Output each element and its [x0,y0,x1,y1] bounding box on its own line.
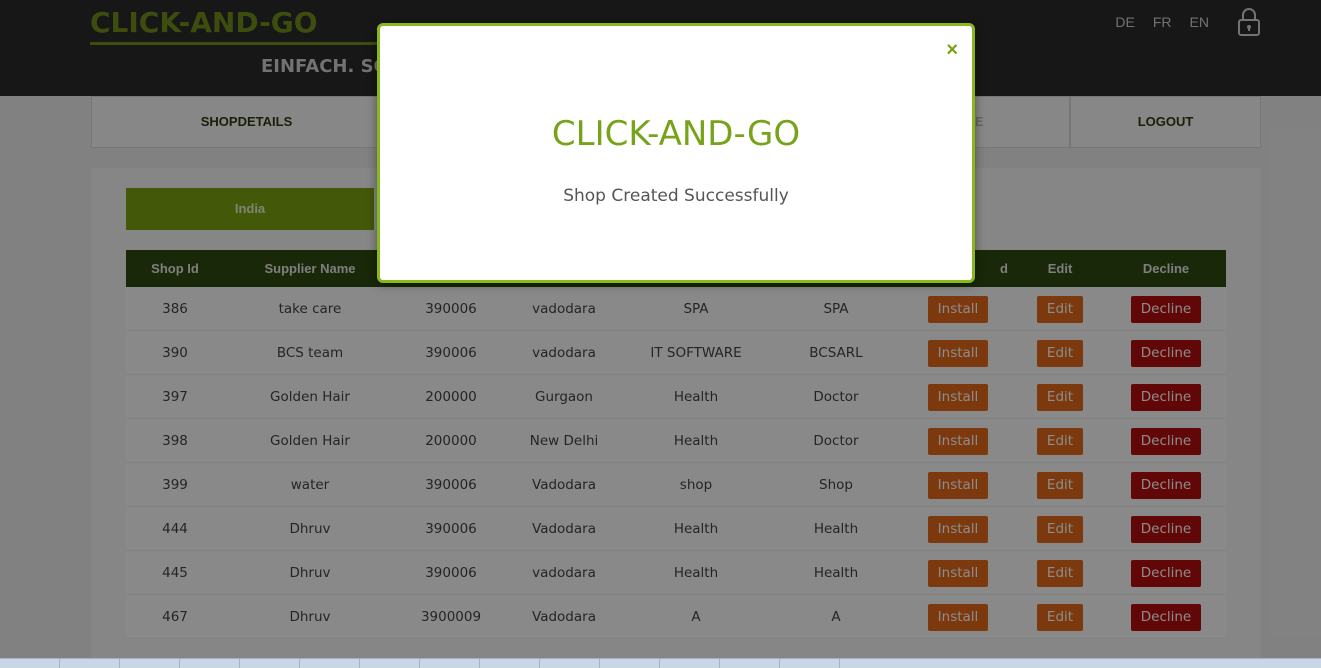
modal-title: CLICK-AND-GO [551,114,801,154]
taskbar-button[interactable] [420,659,480,668]
taskbar-button[interactable] [180,659,240,668]
taskbar-button[interactable] [540,659,600,668]
taskbar-button[interactable] [0,659,60,668]
taskbar-button[interactable] [660,659,720,668]
taskbar-button[interactable] [600,659,660,668]
os-taskbar [0,658,1321,668]
taskbar-button[interactable] [480,659,540,668]
close-icon[interactable]: × [946,40,958,60]
taskbar-button[interactable] [240,659,300,668]
taskbar-button[interactable] [720,659,780,668]
taskbar-button[interactable] [360,659,420,668]
taskbar-button[interactable] [60,659,120,668]
taskbar-button[interactable] [120,659,180,668]
taskbar-button[interactable] [780,659,840,668]
taskbar-button[interactable] [300,659,360,668]
success-modal: × CLICK-AND-GO Shop Created Successfully [377,23,975,283]
modal-message: Shop Created Successfully [563,186,789,206]
